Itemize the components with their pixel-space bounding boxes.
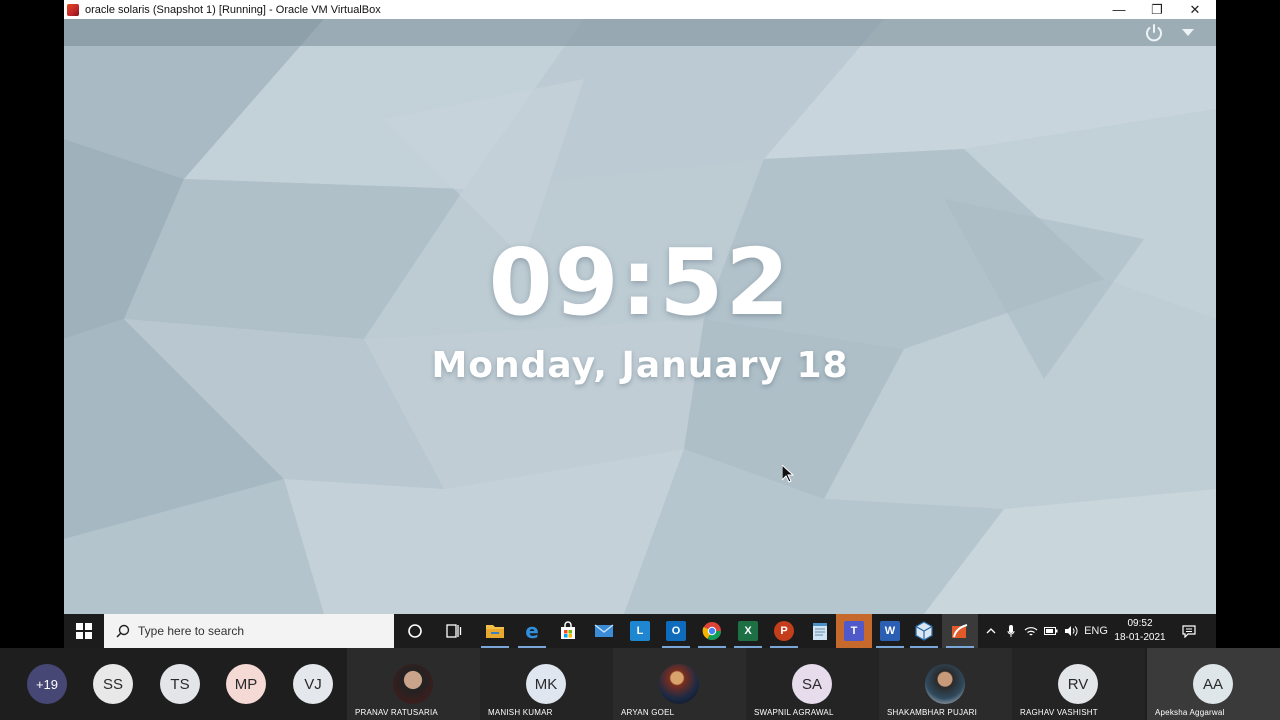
gdm-top-bar (64, 19, 1216, 46)
microphone-tray[interactable] (1002, 614, 1020, 648)
tray-clock[interactable]: 09:52 18-01-2021 (1109, 617, 1171, 645)
file-explorer-icon (486, 625, 504, 638)
participant-tile[interactable]: SHAKAMBHAR PUJARI (879, 648, 1012, 720)
battery-icon (1044, 627, 1058, 635)
close-button[interactable]: ✕ (1176, 0, 1214, 19)
taskbar-word[interactable]: W (872, 614, 908, 648)
taskbar-virtualbox[interactable] (906, 614, 942, 648)
taskbar-chrome[interactable] (694, 614, 730, 648)
windows-taskbar: Type here to search e L O X P T W ENG 09… (64, 614, 1216, 648)
task-view-button[interactable] (436, 614, 472, 648)
microphone-icon (1007, 625, 1015, 637)
window-title: oracle solaris (Snapshot 1) [Running] - … (85, 3, 381, 16)
cortana-icon (408, 624, 422, 638)
tray-date: 18-01-2021 (1114, 632, 1166, 643)
teams-icon: T (844, 621, 864, 641)
taskbar-mail[interactable] (586, 614, 622, 648)
cortana-button[interactable] (397, 614, 433, 648)
word-icon: W (880, 621, 900, 641)
taskbar-outlook[interactable]: O (658, 614, 694, 648)
search-placeholder: Type here to search (138, 624, 245, 638)
participant-name: Apeksha Aggarwal (1155, 708, 1225, 717)
windows-logo-icon (76, 623, 92, 639)
window-titlebar[interactable]: oracle solaris (Snapshot 1) [Running] - … (64, 0, 1216, 19)
lock-clock: 09:52 (488, 229, 792, 336)
restore-button[interactable]: ❐ (1138, 0, 1176, 19)
participant-name: PRANAV RATUSARIA (355, 708, 438, 717)
outlook-icon: O (666, 621, 686, 641)
action-center-button[interactable] (1176, 614, 1202, 648)
taskbar-edge[interactable]: e (514, 614, 550, 648)
participant-avatar[interactable]: VJ (293, 664, 333, 704)
participant-photo (393, 664, 433, 704)
show-hidden-icons-button[interactable] (982, 614, 1000, 648)
participant-name: RAGHAV VASHISHT (1020, 708, 1098, 717)
taskbar-file-explorer[interactable] (477, 614, 513, 648)
participant-avatar: MK (526, 664, 566, 704)
participant-photo (925, 664, 965, 704)
guest-lock-screen[interactable]: 09:52 Monday, January 18 (64, 19, 1216, 614)
participant-tile[interactable]: RV RAGHAV VASHISHT (1012, 648, 1145, 720)
search-icon (116, 624, 130, 638)
close-icon: ✕ (1189, 1, 1201, 17)
participant-avatar[interactable]: SS (93, 664, 133, 704)
taskbar-store[interactable] (550, 614, 586, 648)
virtualbox-window: oracle solaris (Snapshot 1) [Running] - … (64, 0, 1216, 648)
participant-name: SWAPNIL AGRAWAL (754, 708, 834, 717)
participant-avatar: RV (1058, 664, 1098, 704)
taskbar-teams[interactable]: T (836, 614, 872, 648)
participant-photo (659, 664, 699, 704)
participant-tile[interactable]: MK MANISH KUMAR (480, 648, 613, 720)
participant-avatar[interactable]: TS (160, 664, 200, 704)
participant-avatar[interactable]: MP (226, 664, 266, 704)
taskbar-notepad[interactable] (802, 614, 838, 648)
wifi-tray[interactable] (1022, 614, 1040, 648)
minimize-icon: — (1112, 2, 1126, 17)
taskbar-search-box[interactable]: Type here to search (104, 614, 394, 648)
participant-name: MANISH KUMAR (488, 708, 553, 717)
mouse-cursor-icon (782, 465, 794, 483)
excel-icon: X (738, 621, 758, 641)
notepad-icon (813, 623, 827, 640)
virtualbox-app-icon (67, 3, 79, 16)
tray-time: 09:52 (1127, 618, 1153, 629)
language-indicator[interactable]: ENG (1082, 614, 1110, 648)
l-app-icon: L (630, 621, 650, 641)
more-participants-button[interactable]: +19 (27, 664, 67, 704)
virtualbox-icon (915, 621, 933, 641)
taskbar-l-app[interactable]: L (622, 614, 658, 648)
participant-avatar: AA (1193, 664, 1233, 704)
volume-icon (1065, 626, 1078, 636)
volume-tray[interactable] (1062, 614, 1080, 648)
restore-icon: ❐ (1151, 1, 1163, 17)
participant-avatar: SA (792, 664, 832, 704)
wifi-icon (1024, 627, 1038, 636)
vm-window-icon (952, 624, 968, 638)
powerpoint-icon: P (774, 621, 794, 641)
participant-tile[interactable]: ARYAN GOEL (613, 648, 746, 720)
task-view-icon (446, 624, 462, 638)
chevron-up-icon (986, 628, 996, 634)
taskbar-vm-window[interactable] (942, 614, 978, 648)
notification-icon (1182, 624, 1196, 638)
minimize-button[interactable]: — (1100, 0, 1138, 19)
chrome-icon (702, 622, 721, 641)
power-icon[interactable] (1144, 23, 1164, 43)
store-icon (561, 621, 575, 639)
participant-name: SHAKAMBHAR PUJARI (887, 708, 978, 717)
battery-tray[interactable] (1042, 614, 1060, 648)
participant-tile[interactable]: PRANAV RATUSARIA (347, 648, 480, 720)
taskbar-excel[interactable]: X (730, 614, 766, 648)
lock-date: Monday, January 18 (431, 345, 849, 386)
edge-icon: e (525, 619, 539, 643)
start-button[interactable] (64, 614, 104, 648)
mail-icon (594, 624, 614, 637)
participant-tile[interactable]: SA SWAPNIL AGRAWAL (746, 648, 879, 720)
meeting-participants-bar: +19 SS TS MP VJ PRANAV RATUSARIA MK MANI… (0, 648, 1280, 720)
chevron-down-icon[interactable] (1182, 29, 1194, 37)
screen: oracle solaris (Snapshot 1) [Running] - … (0, 0, 1280, 720)
taskbar-powerpoint[interactable]: P (766, 614, 802, 648)
participant-name: ARYAN GOEL (621, 708, 675, 717)
participant-tile[interactable]: AA Apeksha Aggarwal (1147, 648, 1280, 720)
